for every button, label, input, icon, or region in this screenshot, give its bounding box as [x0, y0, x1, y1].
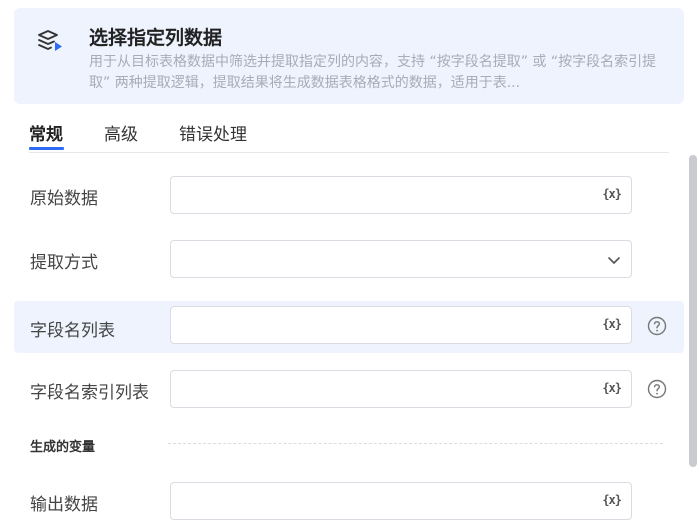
active-tab-indicator: [29, 147, 64, 150]
field-index-label: 字段名索引列表: [30, 383, 149, 403]
tab-general[interactable]: 常规: [29, 120, 63, 145]
extract-mode-select[interactable]: [170, 240, 632, 278]
node-title: 选择指定列数据: [89, 27, 223, 49]
chevron-down-icon: [608, 257, 620, 264]
field-index-input[interactable]: {x}: [170, 370, 632, 408]
variable-insert-icon[interactable]: {x}: [602, 317, 622, 331]
variable-insert-icon[interactable]: {x}: [602, 187, 622, 201]
extract-mode-label: 提取方式: [30, 253, 98, 273]
output-label: 输出数据: [30, 495, 98, 515]
section-divider: [168, 443, 663, 444]
scrollbar[interactable]: [689, 155, 697, 467]
help-icon[interactable]: [647, 379, 667, 399]
field-row-extract-mode: 提取方式: [14, 236, 684, 282]
field-names-input[interactable]: {x}: [170, 306, 632, 344]
raw-data-input[interactable]: {x}: [170, 176, 632, 214]
field-row-output: 输出数据 {x}: [14, 478, 684, 524]
output-input[interactable]: {x}: [170, 482, 632, 520]
field-row-field-names: 字段名列表 {x}: [14, 301, 684, 353]
raw-data-label: 原始数据: [30, 189, 98, 209]
tab-bar: 常规 高级 错误处理: [29, 118, 669, 153]
tab-advanced[interactable]: 高级: [104, 120, 138, 145]
node-description: 用于从目标表格数据中筛选并提取指定列的内容，支持 “按字段名提取” 或 “按字段…: [89, 54, 657, 91]
field-names-label: 字段名列表: [30, 321, 115, 341]
tab-error-handling[interactable]: 错误处理: [179, 120, 247, 145]
variable-insert-icon[interactable]: {x}: [602, 381, 622, 395]
field-row-field-index: 字段名索引列表 {x}: [14, 366, 684, 412]
field-row-raw-data: 原始数据 {x}: [14, 172, 684, 218]
generated-variables-heading: 生成的变量: [30, 440, 96, 455]
table-select-icon: [38, 30, 62, 51]
node-header: 选择指定列数据 用于从目标表格数据中筛选并提取指定列的内容，支持 “按字段名提取…: [14, 8, 684, 104]
help-icon[interactable]: [647, 316, 667, 336]
